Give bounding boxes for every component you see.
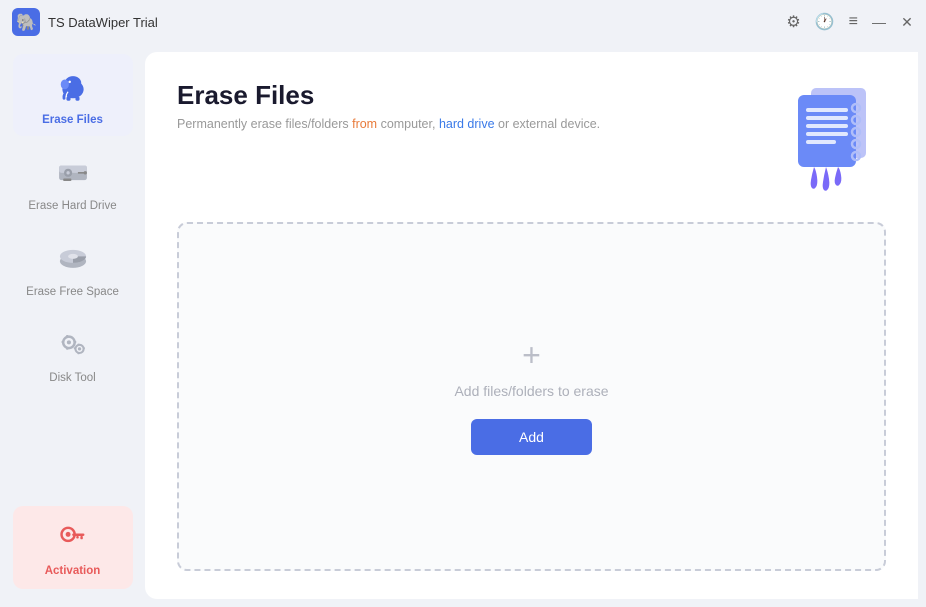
- sidebar: Erase Files Erase Hard Dr: [0, 44, 145, 607]
- titlebar: 🐘 TS DataWiper Trial ⚙ 🕐 ≡ — ✕: [0, 0, 926, 44]
- sidebar-label-erase-files: Erase Files: [42, 114, 103, 126]
- sidebar-label-erase-hard-drive: Erase Hard Drive: [28, 200, 116, 212]
- sidebar-item-erase-hard-drive[interactable]: Erase Hard Drive: [13, 140, 133, 222]
- erase-free-space-icon: [51, 236, 95, 280]
- desc-suffix: or external device.: [495, 117, 601, 131]
- settings-icon[interactable]: ⚙: [786, 12, 800, 32]
- desc-hard: hard drive: [439, 117, 495, 131]
- minimize-button[interactable]: —: [872, 15, 886, 29]
- sidebar-item-erase-free-space[interactable]: Erase Free Space: [13, 226, 133, 308]
- desc-prefix: Permanently erase files/folders: [177, 117, 352, 131]
- content-area: Erase Files Permanently erase files/fold…: [145, 52, 918, 599]
- erase-hard-drive-icon: [51, 150, 95, 194]
- plus-icon: +: [522, 339, 541, 371]
- header-illustration: [756, 80, 886, 200]
- menu-icon[interactable]: ≡: [849, 13, 858, 31]
- drop-zone-label: Add files/folders to erase: [454, 383, 608, 399]
- erase-files-icon: [51, 64, 95, 108]
- sidebar-label-erase-free-space: Erase Free Space: [26, 286, 119, 298]
- drop-zone[interactable]: + Add files/folders to erase Add: [177, 222, 886, 571]
- titlebar-title: TS DataWiper Trial: [48, 15, 158, 30]
- desc-middle: computer,: [377, 117, 439, 131]
- disk-tool-icon: [51, 322, 95, 366]
- titlebar-left: 🐘 TS DataWiper Trial: [12, 8, 158, 36]
- activation-icon: [55, 518, 91, 559]
- app-icon: 🐘: [12, 8, 40, 36]
- svg-text:🐘: 🐘: [16, 13, 37, 32]
- add-button[interactable]: Add: [471, 419, 592, 455]
- content-description: Permanently erase files/folders from com…: [177, 117, 600, 131]
- sidebar-item-erase-files[interactable]: Erase Files: [13, 54, 133, 136]
- content-header: Erase Files Permanently erase files/fold…: [177, 80, 886, 200]
- close-button[interactable]: ✕: [900, 15, 914, 29]
- sidebar-item-activation[interactable]: Activation: [13, 506, 133, 589]
- titlebar-controls: ⚙ 🕐 ≡ — ✕: [786, 12, 914, 32]
- sidebar-item-disk-tool[interactable]: Disk Tool: [13, 312, 133, 394]
- sidebar-label-activation: Activation: [45, 565, 101, 577]
- sidebar-label-disk-tool: Disk Tool: [49, 372, 95, 384]
- main-layout: Erase Files Erase Hard Dr: [0, 44, 926, 607]
- clock-icon[interactable]: 🕐: [815, 12, 835, 32]
- content-title-area: Erase Files Permanently erase files/fold…: [177, 80, 600, 131]
- desc-from: from: [352, 117, 377, 131]
- page-title: Erase Files: [177, 80, 600, 111]
